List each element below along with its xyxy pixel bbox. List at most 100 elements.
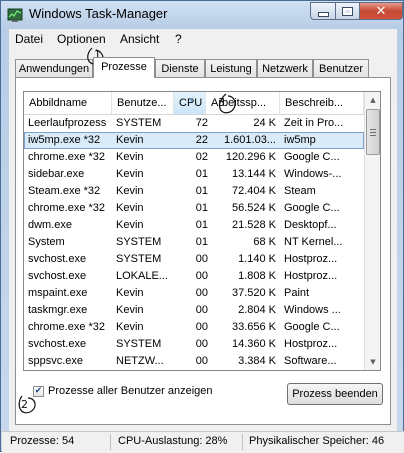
process-memory-cell: 68 K <box>253 236 276 248</box>
process-cpu-cell: 22 <box>195 134 208 146</box>
column-header-benutzer[interactable]: Benutze... <box>112 92 174 114</box>
show-all-users-checkbox[interactable]: ✔ <box>33 385 44 397</box>
list-rows: Leerlaufprozess SYSTEM 72 24 K Zeit in Pro..… <box>24 115 364 370</box>
table-row[interactable]: mspaint.exe Kevin 00 37.520 K Paint <box>24 285 364 302</box>
minimize-icon <box>317 11 329 17</box>
scroll-up-icon: ▲ <box>370 96 376 104</box>
process-cpu-cell: 72 <box>195 117 208 129</box>
end-process-button[interactable]: Prozess beenden <box>287 383 383 405</box>
close-button[interactable]: ✕ <box>359 2 403 20</box>
scroll-up-button[interactable]: ▲ <box>365 92 380 108</box>
process-user-cell: Kevin <box>116 134 144 146</box>
table-row[interactable]: iw5mp.exe *32 Kevin 22 1.601.03... iw5mp <box>24 132 364 149</box>
process-list[interactable]: Abbildname Benutze... ▼ CPU Arbeitssp...… <box>23 91 381 371</box>
table-row[interactable]: svchost.exe LOKALE... 00 1.808 K Hostproz... <box>24 268 364 285</box>
process-description-cell: Software... <box>284 355 337 367</box>
process-memory-cell: 72.404 K <box>231 185 276 197</box>
status-process-count: Prozesse: 54 <box>10 435 75 447</box>
process-memory-cell: 3.384 K <box>238 355 276 367</box>
maximize-button[interactable] <box>335 2 360 20</box>
process-description-cell: Zeit in Pro... <box>284 117 344 129</box>
tab-leistung[interactable]: Leistung <box>205 59 257 77</box>
table-row[interactable]: chrome.exe *32 Kevin 02 120.296 K Google C..… <box>24 149 364 166</box>
menu-help[interactable]: ? <box>175 32 182 46</box>
process-cpu-cell: 01 <box>195 168 208 180</box>
process-description-cell: Steam <box>284 185 316 197</box>
process-description-cell: Hostproz... <box>284 270 338 282</box>
show-all-users-option[interactable]: ✔ Prozesse aller Benutzer anzeigen <box>33 383 212 399</box>
status-physical-memory: Physikalischer Speicher: 46 <box>249 435 385 447</box>
menu-datei[interactable]: Datei <box>15 32 43 46</box>
process-description-cell: Desktopf... <box>284 219 337 231</box>
process-cpu-cell: 01 <box>195 185 208 197</box>
process-cpu-cell: 02 <box>195 151 208 163</box>
process-name-cell: sppsvc.exe <box>28 355 84 367</box>
process-user-cell: SYSTEM <box>116 117 162 129</box>
process-user-cell: SYSTEM <box>116 338 162 350</box>
process-memory-cell: 37.520 K <box>231 287 276 299</box>
process-description-cell: Hostproz... <box>284 253 338 265</box>
table-row[interactable]: chrome.exe *32 Kevin 01 56.524 K Google C... <box>24 200 364 217</box>
process-name-cell: chrome.exe *32 <box>28 151 106 163</box>
process-name-cell: chrome.exe *32 <box>28 202 106 214</box>
process-memory-cell: 14.360 K <box>231 338 276 350</box>
process-name-cell: dwm.exe <box>28 219 73 231</box>
table-row[interactable]: sppsvc.exe NETZW... 00 3.384 K Software... <box>24 353 364 370</box>
process-user-cell: Kevin <box>116 151 144 163</box>
tab-netzwerk[interactable]: Netzwerk <box>257 59 313 77</box>
process-user-cell: Kevin <box>116 321 144 333</box>
table-row[interactable]: svchost.exe SYSTEM 00 14.360 K Hostproz... <box>24 336 364 353</box>
process-cpu-cell: 01 <box>195 202 208 214</box>
process-description-cell: Google C... <box>284 321 340 333</box>
title-bar[interactable]: Windows Task-Manager ✕ <box>1 1 404 29</box>
scrollbar-thumb[interactable] <box>366 109 380 155</box>
table-row[interactable]: Leerlaufprozess SYSTEM 72 24 K Zeit in Pro..… <box>24 115 364 132</box>
tab-prozesse[interactable]: Prozesse <box>93 57 155 78</box>
process-description-cell: Paint <box>284 287 310 299</box>
table-row[interactable]: sidebar.exe Kevin 01 13.144 K Windows-... <box>24 166 364 183</box>
process-memory-cell: 1.140 K <box>238 253 276 265</box>
vertical-scrollbar[interactable]: ▲ ▼ <box>364 92 380 370</box>
menu-ansicht[interactable]: Ansicht <box>120 32 159 46</box>
scroll-down-button[interactable]: ▼ <box>365 354 380 370</box>
process-description-cell: Windows-... <box>284 168 342 180</box>
tab-dienste[interactable]: Dienste <box>155 59 205 77</box>
table-row[interactable]: svchost.exe SYSTEM 00 1.140 K Hostproz... <box>24 251 364 268</box>
column-header-abbildname[interactable]: Abbildname <box>24 92 112 114</box>
tab-benutzer[interactable]: Benutzer <box>313 59 369 77</box>
minimize-button[interactable] <box>310 2 336 20</box>
process-name-cell: svchost.exe <box>28 270 87 282</box>
process-memory-cell: 33.656 K <box>231 321 276 333</box>
table-row[interactable]: taskmgr.exe Kevin 00 2.804 K Windows ... <box>24 302 364 319</box>
table-row[interactable]: dwm.exe Kevin 01 21.528 K Desktopf... <box>24 217 364 234</box>
window-title: Windows Task-Manager <box>29 6 168 21</box>
process-user-cell: Kevin <box>116 287 144 299</box>
task-manager-icon <box>7 8 23 22</box>
column-header-cpu[interactable]: ▼ CPU <box>174 92 206 114</box>
process-memory-cell: 120.296 K <box>225 151 276 163</box>
process-cpu-cell: 00 <box>195 253 208 265</box>
process-cpu-cell: 00 <box>195 270 208 282</box>
process-name-cell: svchost.exe <box>28 253 87 265</box>
process-name-cell: taskmgr.exe <box>28 304 88 316</box>
table-row[interactable]: Steam.exe *32 Kevin 01 72.404 K Steam <box>24 183 364 200</box>
table-row[interactable]: chrome.exe *32 Kevin 00 33.656 K Google C... <box>24 319 364 336</box>
maximize-icon <box>342 6 353 16</box>
process-name-cell: mspaint.exe <box>28 287 88 299</box>
process-memory-cell: 24 K <box>253 117 276 129</box>
process-user-cell: Kevin <box>116 219 144 231</box>
table-row[interactable]: System SYSTEM 01 68 K NT Kernel... <box>24 234 364 251</box>
process-user-cell: Kevin <box>116 304 144 316</box>
process-cpu-cell: 00 <box>195 338 208 350</box>
tab-anwendungen[interactable]: Anwendungen <box>15 59 93 77</box>
status-divider <box>242 434 243 450</box>
menu-optionen[interactable]: Optionen <box>57 32 106 46</box>
process-name-cell: Leerlaufprozess <box>28 117 107 129</box>
process-name-cell: System <box>28 236 65 248</box>
column-header-beschreibung[interactable]: Beschreib... <box>280 92 364 114</box>
process-memory-cell: 21.528 K <box>231 219 276 231</box>
process-cpu-cell: 00 <box>195 287 208 299</box>
process-name-cell: sidebar.exe <box>28 168 85 180</box>
process-cpu-cell: 00 <box>195 304 208 316</box>
process-user-cell: SYSTEM <box>116 236 162 248</box>
